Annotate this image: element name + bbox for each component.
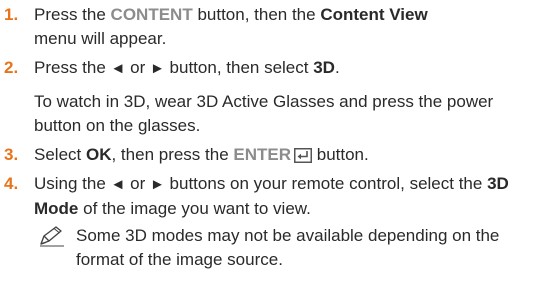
- step-2: 2. Press the ◄ or ► button, then select …: [0, 56, 540, 138]
- right-arrow-icon: ►: [149, 60, 165, 77]
- note-text: Some 3D modes may not be available depen…: [76, 226, 500, 269]
- right-arrow-icon: ►: [149, 176, 165, 193]
- enter-return-icon: [294, 148, 313, 163]
- content-view-label: Content View: [320, 5, 428, 24]
- ok-label: OK: [85, 145, 112, 164]
- step-number: 3.: [4, 145, 19, 164]
- left-arrow-icon: ◄: [110, 176, 126, 193]
- step-text: Press the CONTENT button, then the Conte…: [34, 5, 428, 48]
- step-number: 4.: [4, 174, 19, 193]
- pencil-note-icon: [40, 226, 64, 247]
- step-text: Select OK, then press the ENTER button.: [34, 145, 369, 164]
- step-text: Using the ◄ or ► buttons on your remote …: [34, 174, 509, 218]
- content-button-label: CONTENT: [110, 5, 193, 24]
- step-3: 3. Select OK, then press the ENTER butto…: [0, 143, 540, 167]
- 3d-label: 3D: [313, 58, 335, 77]
- instruction-page: 1. Press the CONTENT button, then the Co…: [0, 0, 540, 294]
- enter-button-label: ENTER: [233, 145, 292, 164]
- left-arrow-icon: ◄: [110, 60, 126, 77]
- step-number: 1.: [4, 5, 19, 24]
- note: Some 3D modes may not be available depen…: [34, 224, 532, 272]
- step-1: 1. Press the CONTENT button, then the Co…: [0, 3, 540, 51]
- step-text: Press the ◄ or ► button, then select 3D.: [34, 58, 340, 77]
- step-2-extra-text: To watch in 3D, wear 3D Active Glasses a…: [34, 92, 494, 135]
- step-number: 2.: [4, 58, 19, 77]
- step-4: 4. Using the ◄ or ► buttons on your remo…: [0, 172, 540, 272]
